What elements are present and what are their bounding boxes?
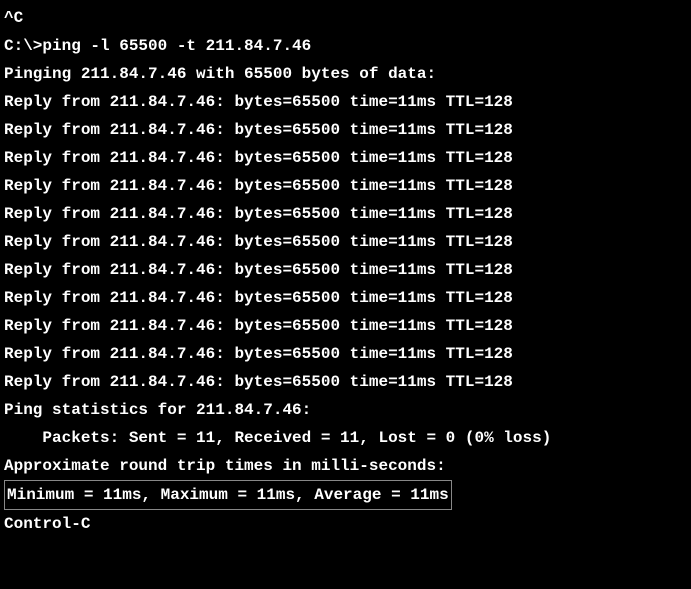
control-c: Control-C [4, 510, 687, 538]
approx-header: Approximate round trip times in milli-se… [4, 452, 687, 480]
timing-stats: Minimum = 11ms, Maximum = 11ms, Average … [4, 480, 452, 510]
stats-header: Ping statistics for 211.84.7.46: [4, 396, 687, 424]
timing-stats-container: Minimum = 11ms, Maximum = 11ms, Average … [4, 480, 687, 510]
ping-header: Pinging 211.84.7.46 with 65500 bytes of … [4, 60, 687, 88]
ping-reply: Reply from 211.84.7.46: bytes=65500 time… [4, 144, 687, 172]
interrupt-line: ^C [4, 4, 687, 32]
ping-reply: Reply from 211.84.7.46: bytes=65500 time… [4, 200, 687, 228]
ping-reply: Reply from 211.84.7.46: bytes=65500 time… [4, 368, 687, 396]
ping-reply: Reply from 211.84.7.46: bytes=65500 time… [4, 312, 687, 340]
ping-reply: Reply from 211.84.7.46: bytes=65500 time… [4, 172, 687, 200]
ping-reply: Reply from 211.84.7.46: bytes=65500 time… [4, 88, 687, 116]
ping-reply: Reply from 211.84.7.46: bytes=65500 time… [4, 228, 687, 256]
ping-reply: Reply from 211.84.7.46: bytes=65500 time… [4, 256, 687, 284]
ping-reply: Reply from 211.84.7.46: bytes=65500 time… [4, 340, 687, 368]
packets-stats: Packets: Sent = 11, Received = 11, Lost … [4, 424, 687, 452]
ping-reply: Reply from 211.84.7.46: bytes=65500 time… [4, 116, 687, 144]
ping-reply: Reply from 211.84.7.46: bytes=65500 time… [4, 284, 687, 312]
command-prompt-line: C:\>ping -l 65500 -t 211.84.7.46 [4, 32, 687, 60]
